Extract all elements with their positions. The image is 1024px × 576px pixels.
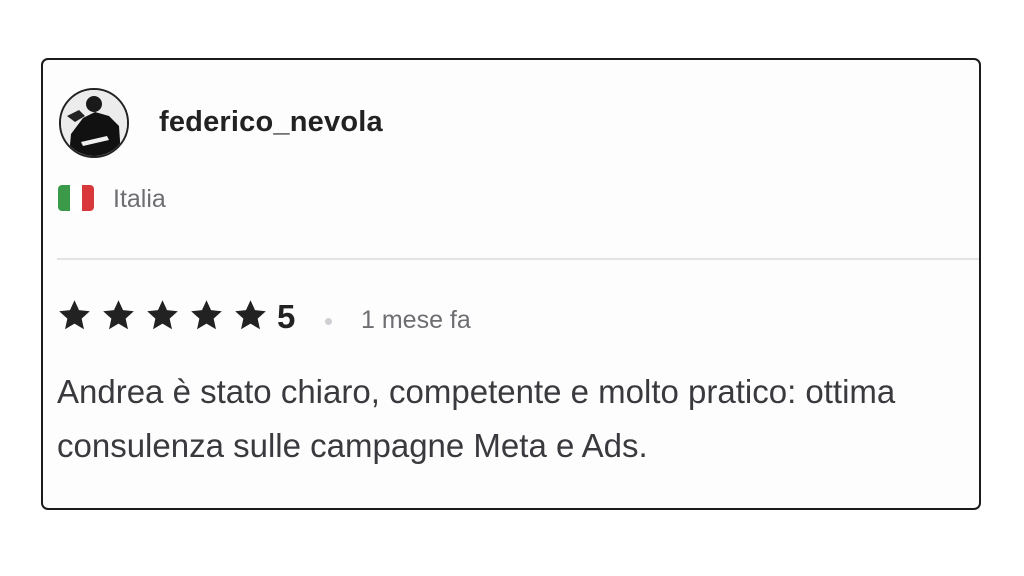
rating-value: 5 [277, 298, 296, 335]
star-icon [191, 300, 222, 330]
star-icon [59, 300, 90, 330]
star-icon [103, 300, 134, 330]
star-rating [57, 298, 277, 333]
avatar[interactable] [59, 88, 129, 158]
avatar-photo [61, 90, 127, 156]
review-time: 1 mese fa [361, 306, 471, 334]
review-card: federico_nevola Italia 5 1 mese fa Andre… [41, 58, 981, 510]
username[interactable]: federico_nevola [159, 106, 383, 139]
divider [57, 258, 979, 260]
separator-dot [325, 318, 332, 325]
italy-flag-icon [58, 185, 94, 211]
star-icon [147, 300, 178, 330]
star-icon [235, 300, 266, 330]
country-label: Italia [113, 185, 166, 213]
review-text: Andrea è stato chiaro, competente e molt… [57, 373, 896, 464]
